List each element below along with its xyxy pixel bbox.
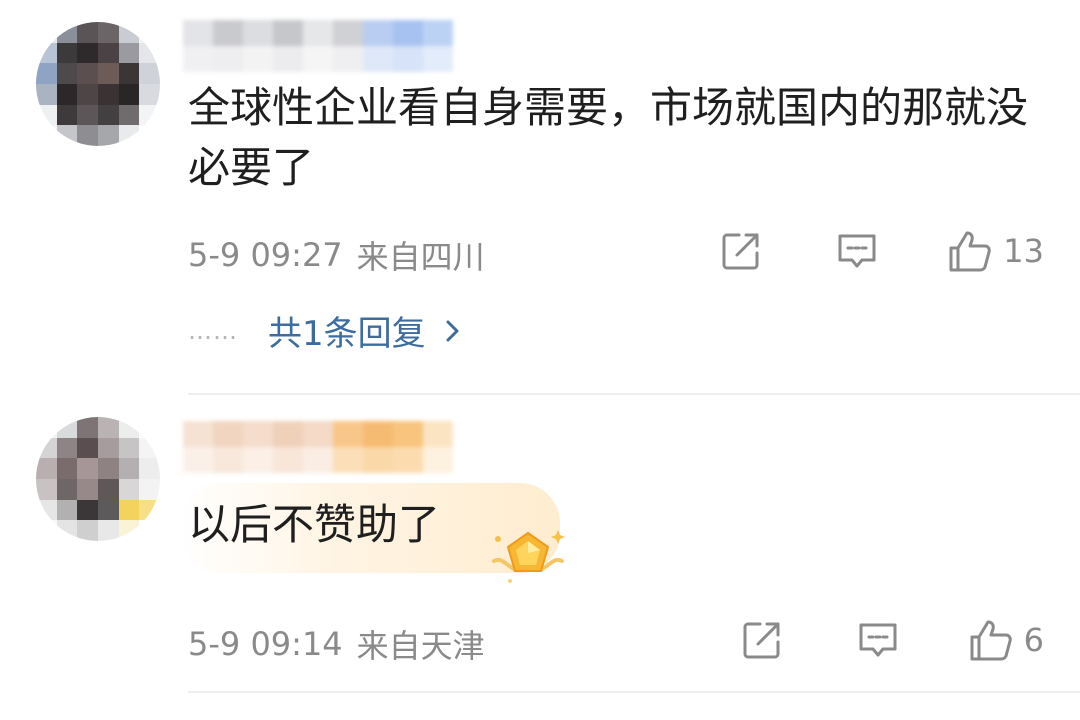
comment-meta: 5-9 09:27 来自四川 [188,232,485,278]
share-icon [722,233,759,270]
reply-button[interactable] [835,229,879,273]
comment-actions: 13 [719,228,1044,274]
comment-item: 全球性企业看自身需要，市场就国内的那就没必要了 5-9 09:27 来自四川 1… [0,0,1080,395]
comment-text: 全球性企业看自身需要，市场就国内的那就没必要了 [188,83,1029,192]
comment-item: 以后不赞助了 5-9 09:14 来自天津 6 [0,395,1080,720]
view-replies-link[interactable]: …… 共1条回复 [188,306,462,355]
replies-label: 共1条回复 [268,314,426,354]
comment-text: 以后不赞助了 [188,500,441,549]
avatar[interactable] [36,22,160,146]
replies-dots: …… [188,316,238,345]
like-count: 6 [1023,621,1044,659]
pentagon-badge-icon [492,530,565,583]
comment-time: 5-9 09:27 [188,236,343,274]
comment-actions: 6 [740,617,1044,663]
chevron-right-icon [446,320,459,341]
username[interactable] [183,20,453,72]
username[interactable] [183,421,453,473]
reply-button[interactable] [856,618,900,662]
like-button[interactable]: 6 [968,617,1044,663]
divider [188,691,1080,693]
comment-location: 来自四川 [356,238,485,276]
comment-time: 5-9 09:14 [188,625,343,663]
comment-location: 来自天津 [356,627,485,665]
share-button[interactable] [740,618,784,662]
like-button[interactable]: 13 [947,228,1044,274]
comment-icon [859,623,897,657]
avatar[interactable] [36,417,160,541]
like-count: 13 [1003,232,1044,270]
thumbs-up-icon [949,231,992,272]
thumbs-up-icon [970,620,1012,661]
share-button[interactable] [719,229,763,273]
comment-icon [838,234,876,268]
comment-meta: 5-9 09:14 来自天津 [188,621,485,667]
share-icon [743,622,780,659]
